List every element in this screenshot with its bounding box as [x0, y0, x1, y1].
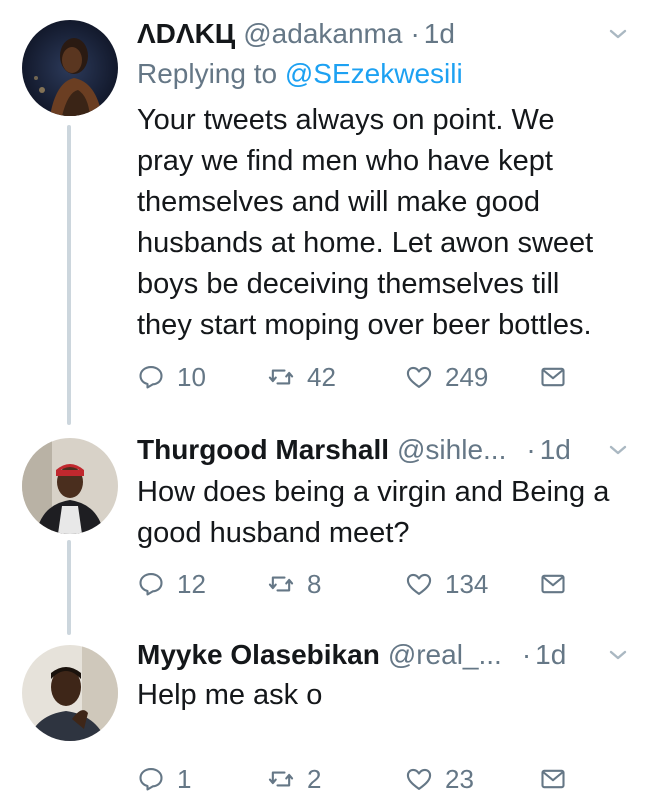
tweet-actions: 12 8 134 [137, 567, 577, 601]
reply-count: 1 [177, 763, 192, 794]
tweet-text-line: themselves and will make good [137, 186, 540, 218]
retweet-icon [268, 771, 294, 787]
display-name[interactable]: Thurgood Marshall [137, 434, 389, 466]
tweet[interactable]: Thurgood Marshall @sihle... · 1d How doe… [0, 420, 650, 625]
direct-message-button[interactable] [539, 567, 567, 601]
tweet[interactable]: ΛDΛKЦ @adakanma · 1d Replying to @SEzekw… [0, 0, 650, 420]
retweet-button[interactable]: 2 [267, 762, 321, 796]
like-button[interactable]: 23 [405, 762, 474, 796]
timestamp[interactable]: 1d [535, 639, 566, 671]
retweet-button[interactable]: 8 [267, 567, 321, 601]
like-count: 23 [445, 763, 474, 794]
separator-dot: · [526, 434, 536, 465]
heart-icon [406, 573, 432, 595]
tweet-text: Your tweets always on point. We pray we … [137, 100, 637, 346]
replying-to: Replying to @SEzekwesili [137, 58, 463, 90]
like-button[interactable]: 134 [405, 567, 488, 601]
chevron-down-icon[interactable] [606, 22, 630, 46]
avatar[interactable] [22, 645, 118, 741]
reply-count: 12 [177, 568, 206, 599]
tweet-text-line: good husband meet? [137, 517, 410, 549]
display-name[interactable]: Myyke Olasebikan [137, 639, 380, 671]
tweet-text-line: How does being a virgin and Being a [137, 476, 610, 508]
username[interactable]: @real_... [388, 639, 502, 671]
reply-button[interactable]: 1 [137, 762, 191, 796]
retweet-icon [268, 369, 294, 385]
tweet[interactable]: Myyke Olasebikan @real_... · 1d Help me … [0, 625, 650, 805]
reply-count: 10 [177, 361, 206, 392]
heart-icon [406, 366, 432, 388]
envelope-icon [541, 574, 565, 594]
replying-to-label: Replying to [137, 58, 278, 89]
separator-dot: · [521, 639, 532, 670]
reply-button[interactable]: 12 [137, 567, 206, 601]
heart-icon [406, 768, 432, 790]
tweet-text-line: Help me ask o [137, 679, 323, 711]
tweet-text: How does being a virgin and Being a good… [137, 472, 637, 554]
display-name[interactable]: ΛDΛKЦ [137, 18, 235, 50]
tweet-text-line: pray we find men who have kept [137, 145, 553, 177]
tweet-text-line: they start moping over beer bottles. [137, 309, 592, 341]
reply-icon [139, 573, 163, 596]
like-button[interactable]: 249 [405, 360, 488, 394]
retweet-count: 42 [307, 361, 336, 392]
tweet-text: Help me ask o [137, 675, 637, 716]
username[interactable]: @sihle... [397, 434, 506, 466]
like-count: 134 [445, 568, 489, 599]
direct-message-button[interactable] [539, 762, 567, 796]
direct-message-button[interactable] [539, 360, 567, 394]
tweet-actions: 1 2 23 [137, 762, 577, 796]
avatar[interactable] [22, 20, 118, 116]
envelope-icon [541, 367, 565, 387]
tweet-text-line: Your tweets always on point. We [137, 104, 555, 136]
avatar[interactable] [22, 438, 118, 534]
reply-icon [139, 768, 163, 791]
reply-icon [139, 366, 163, 389]
separator-dot: · [410, 18, 420, 49]
chevron-down-icon[interactable] [606, 438, 630, 462]
retweet-count: 2 [307, 763, 322, 794]
retweet-button[interactable]: 42 [267, 360, 336, 394]
retweet-icon [268, 576, 294, 592]
mention-link[interactable]: @SEzekwesili [285, 58, 463, 89]
timestamp[interactable]: 1d [424, 18, 455, 50]
tweet-actions: 10 42 249 [137, 360, 577, 394]
chevron-down-icon[interactable] [606, 643, 630, 667]
timestamp[interactable]: 1d [540, 434, 571, 466]
tweet-text-line: husbands at home. Let awon sweet [137, 227, 594, 259]
envelope-icon [541, 769, 565, 789]
username[interactable]: @adakanma [243, 18, 402, 50]
tweet-text-line: boys be deceiving themselves till [137, 268, 560, 300]
like-count: 249 [445, 361, 489, 392]
reply-button[interactable]: 10 [137, 360, 206, 394]
retweet-count: 8 [307, 568, 322, 599]
